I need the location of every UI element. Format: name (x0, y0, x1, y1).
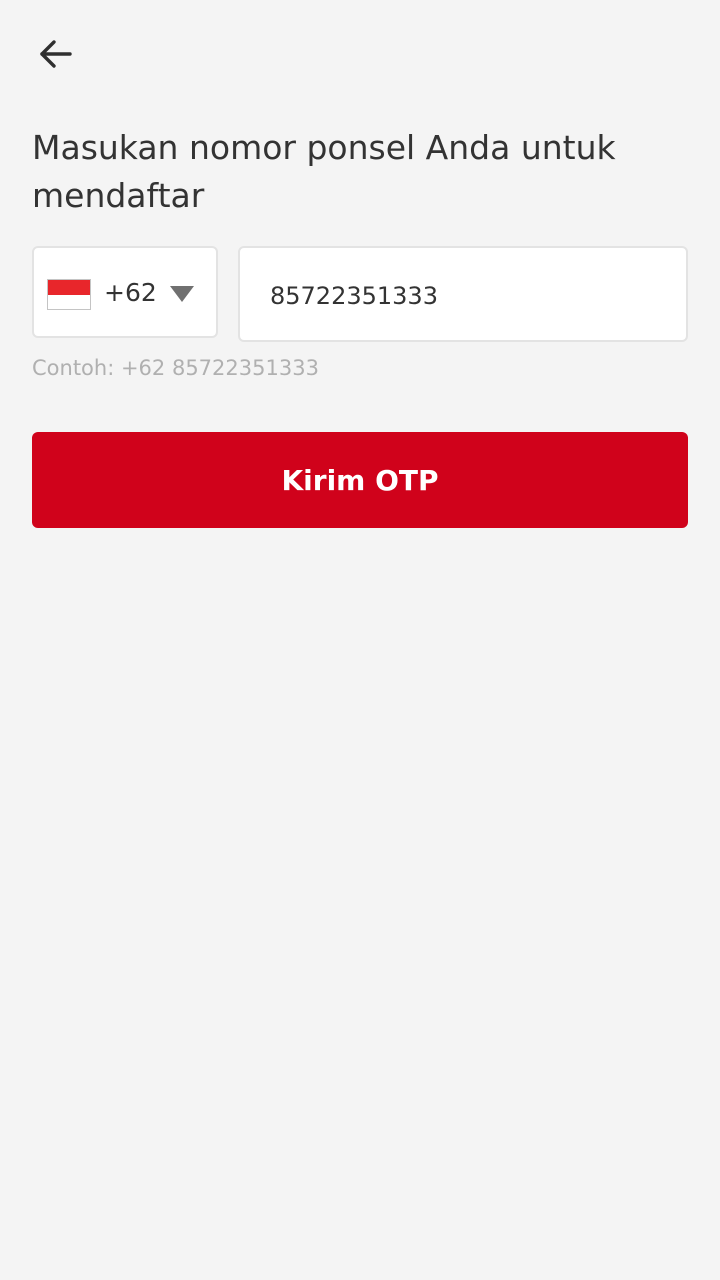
caret-down-icon (170, 286, 194, 302)
country-code-label: +62 (104, 278, 157, 307)
phone-format-hint: Contoh: +62 85722351333 (32, 356, 319, 380)
indonesia-flag-icon (47, 279, 91, 310)
phone-number-input[interactable] (270, 276, 670, 316)
back-button[interactable] (28, 30, 84, 82)
country-code-select[interactable]: +62 (32, 246, 218, 338)
arrow-left-icon (38, 36, 74, 76)
phone-number-field[interactable] (238, 246, 688, 342)
page-title: Masukan nomor ponsel Anda untuk mendafta… (32, 128, 616, 215)
send-otp-button[interactable]: Kirim OTP (32, 432, 688, 528)
